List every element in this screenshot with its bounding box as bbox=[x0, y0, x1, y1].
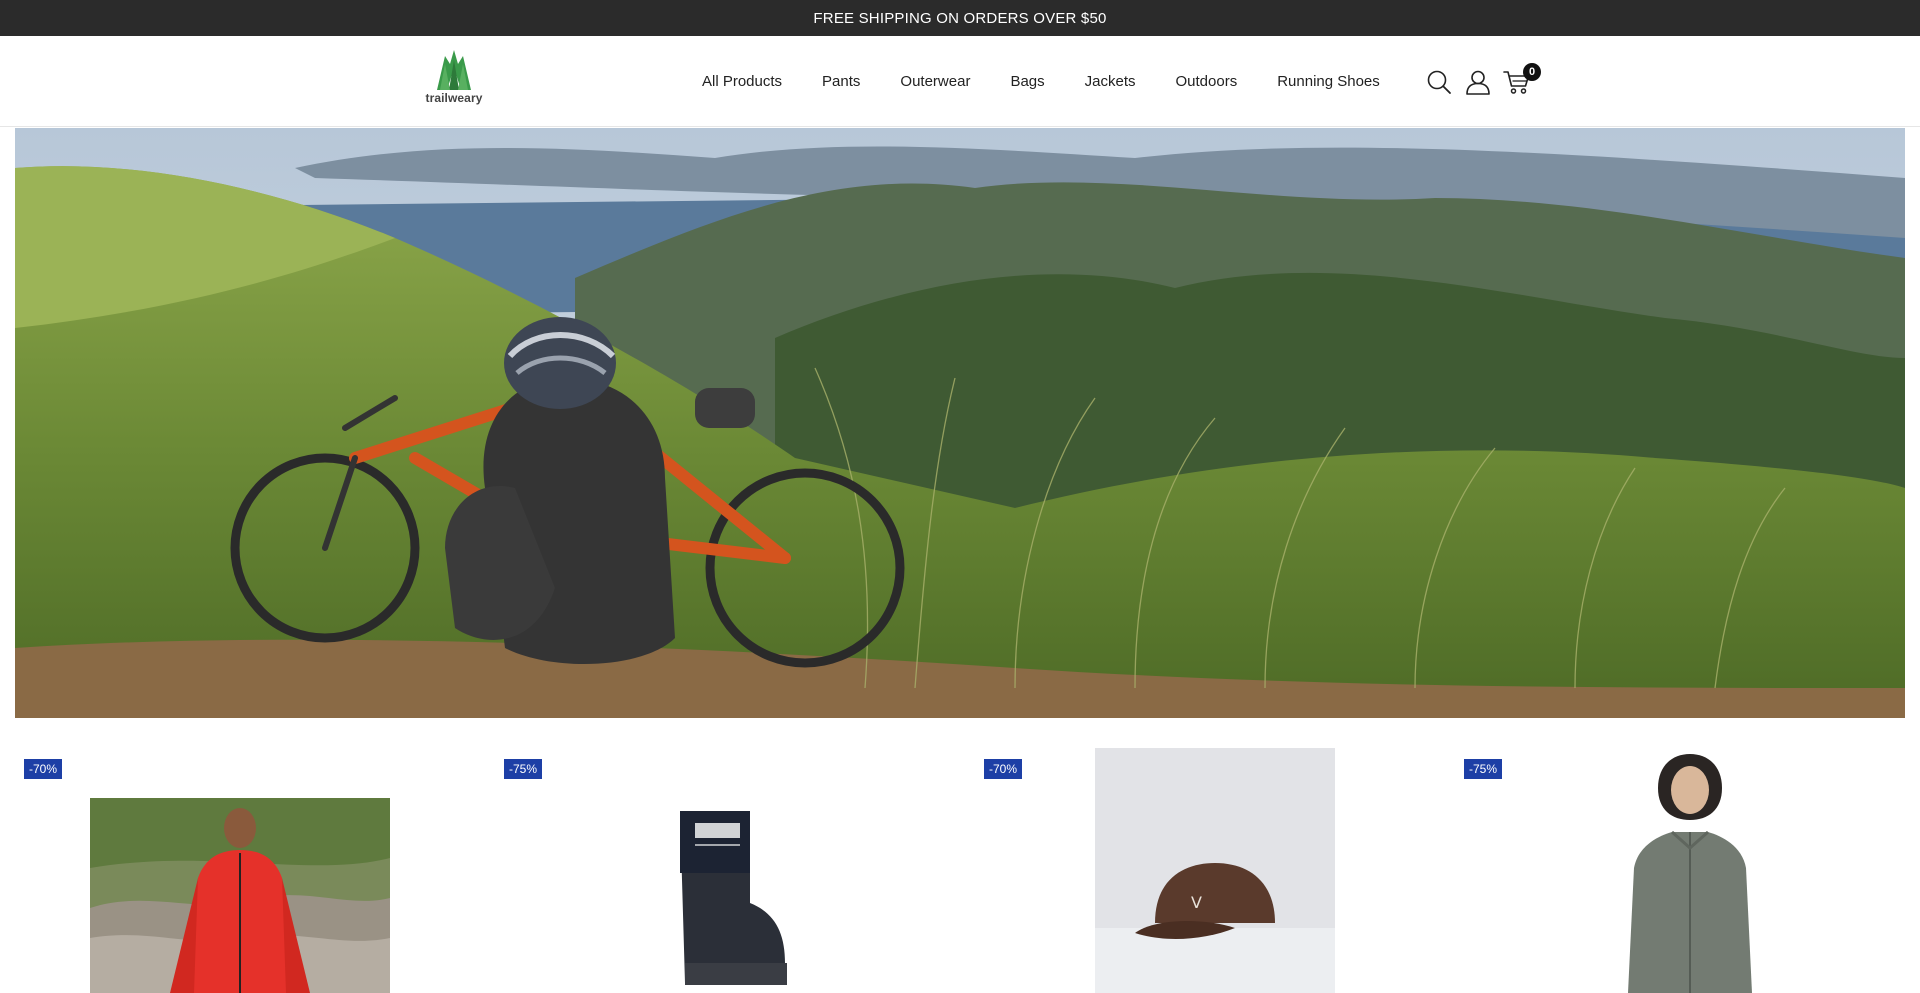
product-grid: -70% -75% -70% V -75% bbox=[15, 748, 1905, 993]
logo-mountain-icon bbox=[437, 50, 471, 90]
account-button[interactable] bbox=[1463, 67, 1493, 97]
header-actions: 0 bbox=[1424, 36, 1541, 127]
product-card[interactable]: -75% bbox=[1455, 748, 1920, 993]
nav-outerwear[interactable]: Outerwear bbox=[900, 73, 970, 90]
product-image-fleece[interactable] bbox=[1600, 748, 1780, 993]
search-icon bbox=[1427, 70, 1451, 94]
discount-badge: -75% bbox=[1464, 759, 1503, 779]
nav-all-products[interactable]: All Products bbox=[702, 73, 782, 90]
rubber-boot-image bbox=[655, 803, 805, 993]
main-nav: All Products Pants Outerwear Bags Jacket… bbox=[702, 36, 1380, 127]
cart-count-badge: 0 bbox=[1523, 62, 1541, 81]
cart-button[interactable]: 0 bbox=[1502, 62, 1541, 97]
red-jacket-image bbox=[90, 798, 390, 993]
nav-jackets[interactable]: Jackets bbox=[1085, 73, 1136, 90]
site-header: trailweary All Products Pants Outerwear … bbox=[0, 36, 1920, 127]
product-image-boot[interactable] bbox=[655, 803, 805, 993]
brand-name: trailweary bbox=[425, 91, 483, 105]
nav-bags[interactable]: Bags bbox=[1010, 73, 1044, 90]
brown-cap-image: V bbox=[1095, 748, 1335, 993]
discount-badge: -70% bbox=[24, 759, 63, 779]
product-card[interactable]: -70% V bbox=[975, 748, 1445, 993]
product-card[interactable]: -70% bbox=[15, 748, 485, 993]
discount-badge: -75% bbox=[504, 759, 543, 779]
product-card[interactable]: -75% bbox=[495, 748, 965, 993]
product-image-cap[interactable]: V bbox=[1095, 748, 1335, 993]
account-icon bbox=[1466, 70, 1490, 95]
search-button[interactable] bbox=[1424, 67, 1454, 97]
nav-pants[interactable]: Pants bbox=[822, 73, 860, 90]
announcement-bar: FREE SHIPPING ON ORDERS OVER $50 bbox=[0, 0, 1920, 36]
nav-outdoors[interactable]: Outdoors bbox=[1176, 73, 1238, 90]
discount-badge: -70% bbox=[984, 759, 1023, 779]
hero-landscape-image bbox=[15, 128, 1905, 718]
nav-running-shoes[interactable]: Running Shoes bbox=[1277, 73, 1380, 90]
announcement-text: FREE SHIPPING ON ORDERS OVER $50 bbox=[813, 9, 1107, 27]
product-image-red-jacket[interactable] bbox=[90, 798, 390, 993]
grey-fleece-image bbox=[1600, 748, 1780, 993]
brand-logo[interactable]: trailweary bbox=[424, 50, 484, 105]
hero-banner[interactable] bbox=[15, 128, 1905, 718]
svg-text:V: V bbox=[1191, 893, 1202, 912]
